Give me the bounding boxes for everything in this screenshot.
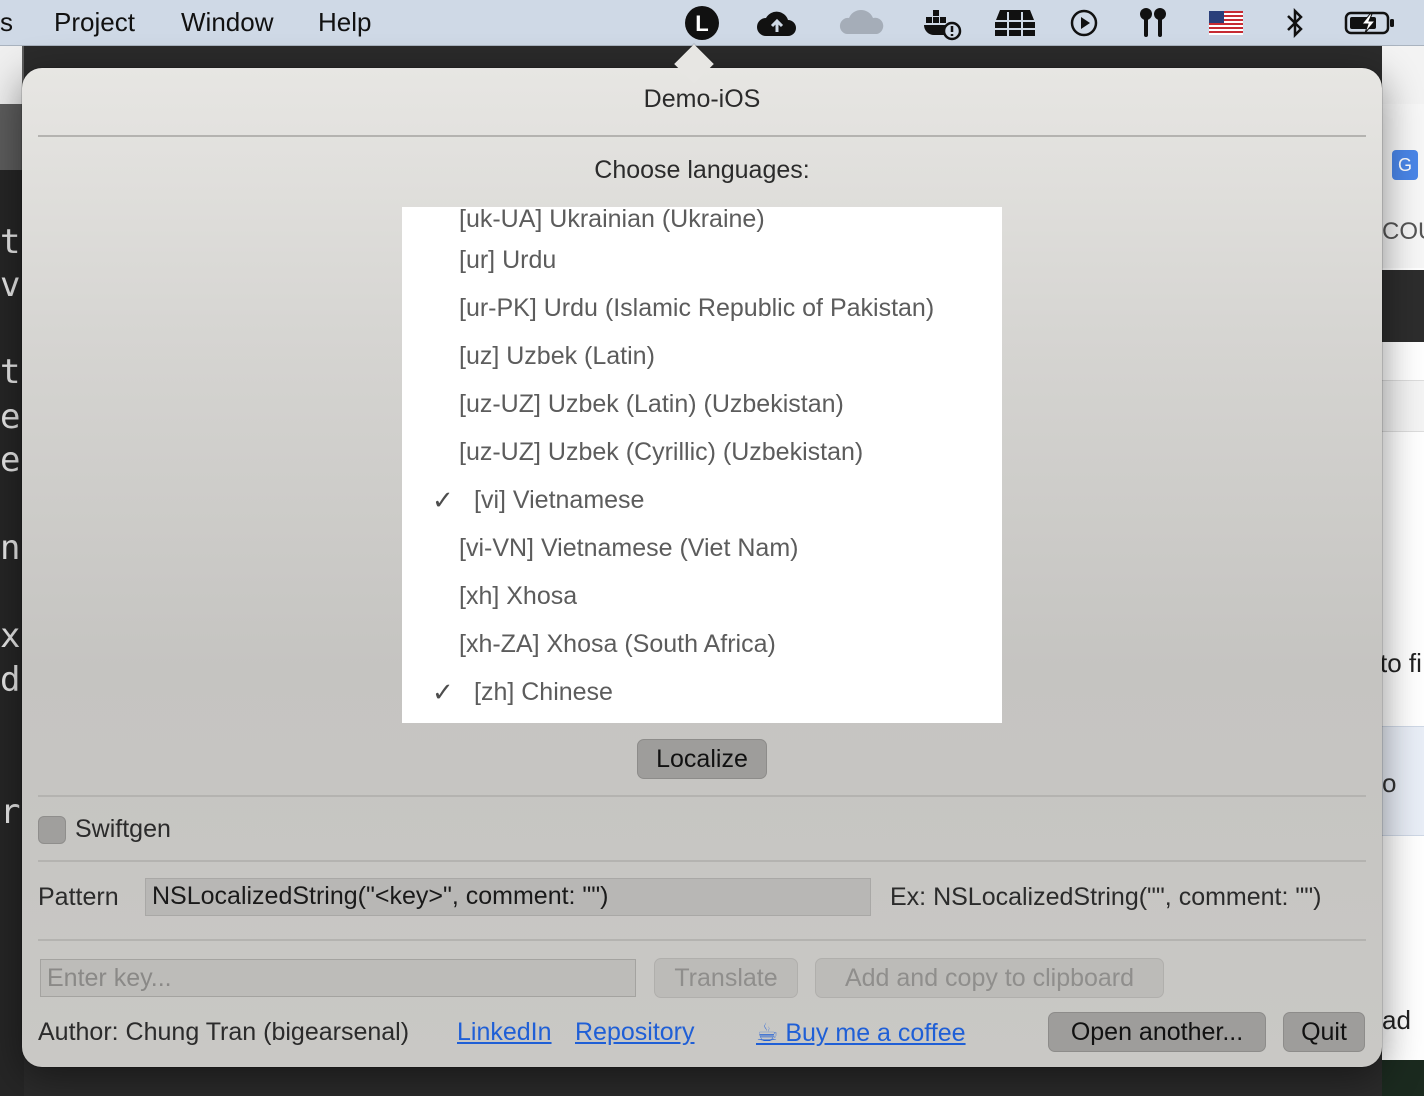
background-terminal: [1382, 1060, 1424, 1096]
background-text: o: [1382, 768, 1397, 798]
divider: [38, 795, 1366, 797]
project-title: Demo-iOS: [643, 85, 761, 113]
language-label: [vi-VN] Vietnamese (Viet Nam): [459, 533, 799, 562]
language-label: [uk-UA] Ukrainian (Ukraine): [459, 207, 765, 233]
menu-item-window[interactable]: Window: [181, 7, 273, 38]
language-label: [zh] Chinese: [474, 677, 613, 706]
bluetooth-icon[interactable]: [1282, 5, 1308, 41]
language-item[interactable]: [vi-VN] Vietnamese (Viet Nam): [402, 524, 1002, 572]
menu-bar: s Project Window Help L: [0, 0, 1424, 46]
language-item[interactable]: [uz-UZ] Uzbek (Latin) (Uzbekistan): [402, 380, 1002, 428]
menu-item-project[interactable]: Project: [54, 7, 135, 38]
language-label: [uz-UZ] Uzbek (Latin) (Uzbekistan): [459, 389, 844, 418]
background-code-fragment: n: [0, 528, 21, 568]
language-item[interactable]: [uz] Uzbek (Latin): [402, 332, 1002, 380]
linkedin-link[interactable]: LinkedIn: [457, 1018, 552, 1047]
language-item[interactable]: [ur] Urdu: [402, 236, 1002, 284]
language-item[interactable]: [xh] Xhosa: [402, 572, 1002, 620]
language-label: [uz-UZ] Uzbek (Cyrillic) (Uzbekistan): [459, 437, 864, 466]
pattern-example: Ex: NSLocalizedString("", comment: ""): [890, 883, 1322, 911]
language-label: [xh] Xhosa: [459, 581, 578, 610]
pattern-label: Pattern: [38, 883, 119, 911]
background-text: COU: [1382, 218, 1424, 245]
background-text: ad: [1382, 1005, 1411, 1035]
battery-charging-icon[interactable]: [1343, 5, 1397, 41]
language-label: [ur-PK] Urdu (Islamic Republic of Pakist…: [459, 293, 935, 322]
language-list[interactable]: [uk-UA] Ukrainian (Ukraine) [ur] Urdu [u…: [402, 207, 1002, 723]
buy-coffee-link[interactable]: ☕ Buy me a coffee: [756, 1018, 966, 1048]
cloud-upload-icon[interactable]: [755, 5, 799, 41]
language-item[interactable]: [ur-PK] Urdu (Islamic Republic of Pakist…: [402, 284, 1002, 332]
cloud-icon[interactable]: [836, 5, 888, 41]
choose-languages-label: Choose languages:: [594, 156, 810, 184]
docker-icon[interactable]: [922, 5, 962, 41]
play-circle-icon[interactable]: [1069, 5, 1099, 41]
localize-button[interactable]: Localize: [637, 739, 767, 779]
add-copy-clipboard-button[interactable]: Add and copy to clipboard: [815, 958, 1164, 998]
divider: [38, 135, 1366, 137]
menu-item-help[interactable]: Help: [318, 7, 371, 38]
localizer-app-icon[interactable]: L: [683, 5, 721, 41]
menu-item-app[interactable]: s: [0, 7, 13, 38]
language-label: [vi] Vietnamese: [474, 485, 645, 514]
svg-text:L: L: [695, 11, 708, 36]
language-item-selected[interactable]: ✓ [vi] Vietnamese: [402, 476, 1002, 524]
stack-icon[interactable]: [994, 5, 1036, 41]
language-label: [uz] Uzbek (Latin): [459, 341, 655, 370]
language-label: [ur] Urdu: [459, 245, 557, 274]
background-toolbar-strip: [0, 46, 22, 104]
checkmark-icon: ✓: [432, 484, 454, 515]
us-flag-icon[interactable]: [1208, 5, 1244, 41]
author-label: Author: Chung Tran (bigearsenal): [38, 1018, 410, 1046]
pattern-field[interactable]: NSLocalizedString("<key>", comment: ""): [145, 878, 871, 916]
background-editor-left: [0, 46, 24, 1096]
background-code-fragment: t: [0, 222, 21, 262]
open-another-button[interactable]: Open another...: [1048, 1012, 1266, 1052]
checkmark-icon: ✓: [432, 676, 454, 707]
google-translate-icon[interactable]: G: [1392, 150, 1418, 180]
background-browser-dark-bar: [1382, 270, 1424, 342]
divider: [38, 939, 1366, 941]
language-item[interactable]: [uz-UZ] Uzbek (Cyrillic) (Uzbekistan): [402, 428, 1002, 476]
background-text: to fi: [1380, 648, 1422, 678]
quit-button[interactable]: Quit: [1283, 1012, 1365, 1052]
language-item-selected[interactable]: ✓ [zh] Chinese: [402, 668, 1002, 716]
divider: [38, 860, 1366, 862]
language-item[interactable]: [xh-ZA] Xhosa (South Africa): [402, 620, 1002, 668]
translate-button[interactable]: Translate: [654, 958, 798, 998]
background-browser-row: [1382, 380, 1424, 432]
swiftgen-checkbox[interactable]: [38, 816, 66, 844]
language-label: [xh-ZA] Xhosa (South Africa): [459, 629, 776, 658]
repository-link[interactable]: Repository: [575, 1018, 695, 1047]
swiftgen-label[interactable]: Swiftgen: [75, 815, 171, 844]
airpods-icon[interactable]: [1138, 5, 1168, 41]
background-code-fragment: r: [0, 792, 21, 832]
key-input[interactable]: [40, 959, 636, 997]
background-browser-toolbar: [1382, 46, 1424, 104]
